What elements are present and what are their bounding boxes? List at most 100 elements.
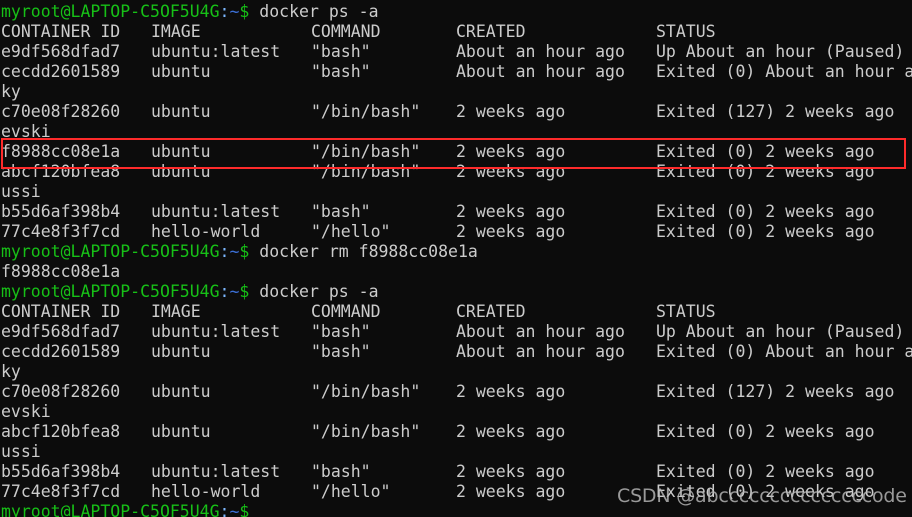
table-row: c70e08f28260 ubuntu "/bin/bash" 2 weeks ago… <box>1 102 912 122</box>
prompt-colon: : <box>219 502 230 517</box>
command-docker-ps-a: docker ps -a <box>259 282 379 301</box>
cell-created: About an hour ago <box>456 342 625 361</box>
table-row: e9df568dfad7 ubuntu:latest "bash" About an … <box>1 42 912 62</box>
cell-image: ubuntu <box>151 342 211 361</box>
prompt-tilde: ~ <box>229 502 240 517</box>
table-header-row-second: CONTAINER ID IMAGE COMMAND CREATED STATUS <box>1 302 912 322</box>
cell-container-id: c70e08f28260 <box>1 382 121 401</box>
cell-command: "/bin/bash" <box>311 102 421 121</box>
cell-command: "/bin/bash" <box>311 142 421 161</box>
table-row: 77c4e8f3f7cd hello-world "/hello" 2 weeks a… <box>1 222 912 242</box>
prompt-colon: : <box>219 242 230 261</box>
table-row: cecdd2601589 ubuntu "bash" About an hour ag… <box>1 62 912 82</box>
cell-created: 2 weeks ago <box>456 202 566 221</box>
prompt-dollar: $ <box>239 502 250 517</box>
cell-created: 2 weeks ago <box>456 142 566 161</box>
watermark: CSDN @abcccccccccccccccode <box>617 485 907 507</box>
prompt-dollar: $ <box>239 2 250 21</box>
cell-status: Exited (0) 2 weeks ago <box>656 222 875 241</box>
prompt-line-ps-a-first: myroot@LAPTOP-C5OF5U4G:~$ docker ps -a <box>1 2 912 22</box>
cell-container-id: 77c4e8f3f7cd <box>1 482 121 501</box>
cell-image: ubuntu <box>151 142 211 161</box>
prompt-user-host: myroot@LAPTOP-C5OF5U4G <box>1 2 220 21</box>
header-command: COMMAND <box>311 22 381 41</box>
table-row: cecdd2601589 ubuntu "bash" About an hour ag… <box>1 342 912 362</box>
cell-status: Exited (0) 2 weeks ago <box>656 142 875 161</box>
table-row: e9df568dfad7 ubuntu:latest "bash" About an … <box>1 322 912 342</box>
cell-container-id: e9df568dfad7 <box>1 42 121 61</box>
cell-status: Exited (0) 2 weeks ago <box>656 202 875 221</box>
table-row: abcf120bfea8 ubuntu "/bin/bash" 2 weeks ago… <box>1 422 912 442</box>
cell-container-id: abcf120bfea8 <box>1 162 121 181</box>
cell-created: 2 weeks ago <box>456 162 566 181</box>
header-command: COMMAND <box>311 302 381 321</box>
command-docker-rm: docker rm f8988cc08e1a <box>259 242 478 261</box>
cell-container-id: cecdd2601589 <box>1 342 121 361</box>
cell-command: "bash" <box>311 62 371 81</box>
cell-image: ubuntu <box>151 382 211 401</box>
cell-image: ubuntu:latest <box>151 462 281 481</box>
table-row-highlighted: f8988cc08e1a ubuntu "/bin/bash" 2 weeks ago… <box>1 142 912 162</box>
cell-image: ubuntu <box>151 162 211 181</box>
header-container-id: CONTAINER ID <box>1 302 121 321</box>
cell-status: Exited (0) 2 weeks ago <box>656 462 875 481</box>
header-image: IMAGE <box>151 302 201 321</box>
cell-status: Exited (0) About an hour a <box>656 62 912 81</box>
cell-status: Up About an hour (Paused) <box>656 42 905 61</box>
terminal-window[interactable]: myroot@LAPTOP-C5OF5U4G:~$ docker ps -a C… <box>0 0 912 517</box>
cell-created: 2 weeks ago <box>456 382 566 401</box>
cell-command: "bash" <box>311 42 371 61</box>
table-row: c70e08f28260 ubuntu "/bin/bash" 2 weeks ago… <box>1 382 912 402</box>
cell-image: hello-world <box>151 222 261 241</box>
cell-created: About an hour ago <box>456 322 625 341</box>
prompt-tilde: ~ <box>229 2 240 21</box>
cell-container-id: cecdd2601589 <box>1 62 121 81</box>
cell-command: "/bin/bash" <box>311 422 421 441</box>
prompt-tilde: ~ <box>229 242 240 261</box>
docker-rm-output: f8988cc08e1a <box>1 262 121 281</box>
prompt-tilde: ~ <box>229 282 240 301</box>
cell-created: About an hour ago <box>456 62 625 81</box>
cell-command: "bash" <box>311 342 371 361</box>
cell-command: "/hello" <box>311 222 391 241</box>
cell-container-id: b55d6af398b4 <box>1 462 121 481</box>
header-container-id: CONTAINER ID <box>1 22 121 41</box>
cell-container-id: abcf120bfea8 <box>1 422 121 441</box>
prompt-line-ps-a-second: myroot@LAPTOP-C5OF5U4G:~$ docker ps -a <box>1 282 912 302</box>
cell-status: Exited (127) 2 weeks ago <box>656 102 895 121</box>
cell-status: Exited (127) 2 weeks ago <box>656 382 895 401</box>
prompt-user-host: myroot@LAPTOP-C5OF5U4G <box>1 502 220 517</box>
cell-image: ubuntu:latest <box>151 42 281 61</box>
cell-image: ubuntu <box>151 62 211 81</box>
header-status: STATUS <box>656 302 716 321</box>
table-header-row-first: CONTAINER ID IMAGE COMMAND CREATED STATUS <box>1 22 912 42</box>
cell-command: "/bin/bash" <box>311 382 421 401</box>
table-row-wrap: ky <box>1 82 21 101</box>
table-row-wrap: evski <box>1 122 51 141</box>
cell-command: "bash" <box>311 202 371 221</box>
terminal-screen[interactable]: myroot@LAPTOP-C5OF5U4G:~$ docker ps -a C… <box>0 0 912 517</box>
cell-created: 2 weeks ago <box>456 222 566 241</box>
cell-created: 2 weeks ago <box>456 102 566 121</box>
cell-container-id: e9df568dfad7 <box>1 322 121 341</box>
table-row-wrap: evski <box>1 402 51 421</box>
cell-created: About an hour ago <box>456 42 625 61</box>
prompt-colon: : <box>219 282 230 301</box>
cell-image: ubuntu:latest <box>151 322 281 341</box>
cell-image: hello-world <box>151 482 261 501</box>
command-docker-ps-a: docker ps -a <box>259 2 379 21</box>
table-row-wrap: ky <box>1 362 21 381</box>
table-row: abcf120bfea8 ubuntu "/bin/bash" 2 weeks ago… <box>1 162 912 182</box>
cell-status: Exited (0) 2 weeks ago <box>656 162 875 181</box>
table-row-wrap: ussi <box>1 182 41 201</box>
prompt-colon: : <box>219 2 230 21</box>
cell-created: 2 weeks ago <box>456 462 566 481</box>
cell-status: Exited (0) About an hour a <box>656 342 912 361</box>
table-row-wrap: ussi <box>1 442 41 461</box>
cell-command: "bash" <box>311 462 371 481</box>
cell-image: ubuntu:latest <box>151 202 281 221</box>
cell-container-id: 77c4e8f3f7cd <box>1 222 121 241</box>
cell-container-id: b55d6af398b4 <box>1 202 121 221</box>
header-created: CREATED <box>456 22 526 41</box>
header-created: CREATED <box>456 302 526 321</box>
